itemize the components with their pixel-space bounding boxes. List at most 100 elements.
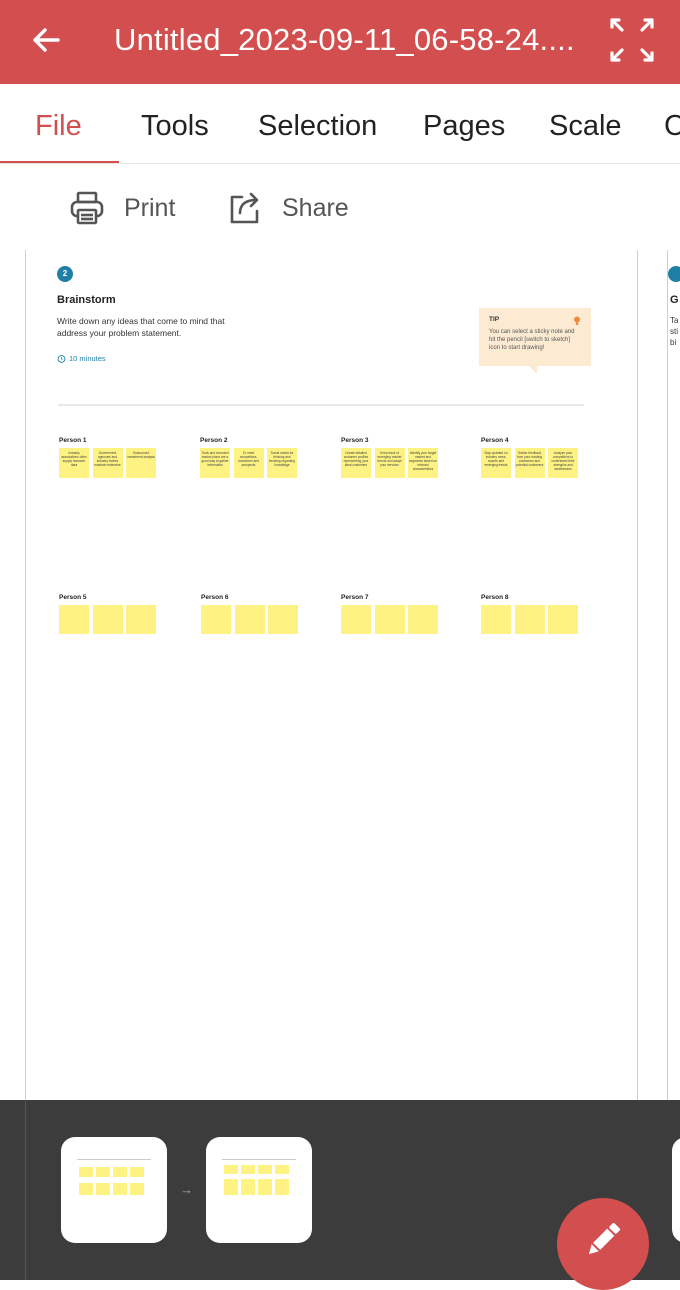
timer: 10 minutes	[57, 354, 106, 363]
sticky-note[interactable]: Keep track of emerging market trends and…	[374, 448, 405, 478]
thumbnail-note	[130, 1167, 144, 1177]
print-button[interactable]: Print	[68, 188, 175, 228]
thumbnail-note	[258, 1165, 272, 1174]
person-name: Person 8	[481, 594, 509, 601]
tab-overflow[interactable]: C	[664, 110, 680, 143]
person-name: Person 7	[341, 594, 369, 601]
lightbulb-icon	[574, 316, 580, 325]
thumbnail-note	[224, 1179, 238, 1195]
tab-bar: File Tools Selection Pages Scale C	[0, 84, 680, 164]
thumbnail-note	[79, 1167, 93, 1177]
sticky-note[interactable]	[408, 605, 438, 634]
sticky-note[interactable]: To meet competitors, customers and prosp…	[233, 448, 264, 478]
page-border-right	[637, 250, 638, 1100]
timer-label: 10 minutes	[69, 354, 106, 363]
sticky-note[interactable]: Analyze your competitors to understand t…	[548, 448, 578, 478]
thumbnail-preview	[222, 1159, 296, 1199]
sticky-note[interactable]	[268, 605, 298, 634]
next-page-step-badge	[668, 266, 680, 282]
sticky-note[interactable]	[514, 605, 545, 634]
thumbnail-note	[224, 1165, 238, 1174]
fullscreen-button[interactable]	[606, 14, 658, 66]
sticky-note[interactable]	[59, 605, 89, 634]
person-group: Person 5	[59, 594, 160, 634]
sticky-note[interactable]: Industry associations often supply resea…	[59, 448, 89, 478]
section-description: Write down any ideas that come to mind t…	[57, 316, 225, 338]
file-toolbar: Print Share	[0, 164, 680, 250]
back-arrow-icon	[33, 28, 60, 52]
tip-text: You can select a sticky note and hit the…	[489, 329, 575, 351]
document-canvas[interactable]: 2 Brainstorm Write down any ideas that c…	[0, 250, 680, 1100]
person-name: Person 4	[481, 437, 509, 444]
next-page-title: G	[670, 294, 679, 306]
section-divider	[58, 404, 584, 406]
tip-label: TIP	[489, 316, 500, 323]
thumbnail-note	[241, 1179, 255, 1195]
sticky-note[interactable]	[374, 605, 405, 634]
thumbnail-preview	[77, 1159, 151, 1199]
tab-file[interactable]: File	[35, 110, 82, 143]
timer-icon	[57, 355, 66, 363]
share-icon	[230, 192, 259, 224]
thumbnail-arrow: →	[180, 1182, 193, 1197]
thumbnail-note	[241, 1165, 255, 1174]
sticky-note[interactable]: Create detailed customer profiles repres…	[341, 448, 371, 478]
sticky-note[interactable]	[481, 605, 511, 634]
person-group: Person 4 Stay updated on industry news, …	[481, 437, 582, 478]
tray-page-edge	[25, 1100, 26, 1280]
sticky-note[interactable]	[201, 605, 231, 634]
step-badge: 2	[57, 266, 73, 282]
page-border-left	[25, 250, 26, 1100]
person-name: Person 6	[201, 594, 229, 601]
app-bar: Untitled_2023-09-11_06-58-24....	[0, 0, 680, 84]
next-page-border	[667, 250, 668, 1100]
share-button[interactable]: Share	[226, 188, 349, 228]
tab-tools[interactable]: Tools	[141, 110, 209, 143]
printer-icon	[70, 191, 104, 225]
person-group: Person 8	[481, 594, 582, 634]
thumbnail-note	[96, 1167, 110, 1177]
thumbnail-note	[79, 1183, 93, 1195]
document-title: Untitled_2023-09-11_06-58-24....	[114, 22, 575, 57]
next-page-description: Ta sti bi	[670, 316, 679, 347]
sticky-note[interactable]: Tools and recorded market plans are a go…	[200, 448, 230, 478]
sticky-note[interactable]: Government agencies and industry bodies …	[92, 448, 123, 478]
person-group: Person 3 Create detailed customer profil…	[341, 437, 442, 478]
tab-selection[interactable]: Selection	[258, 110, 377, 143]
sticky-note[interactable]: Stay updated on industry news, reports a…	[481, 448, 511, 478]
person-name: Person 1	[59, 437, 87, 444]
fullscreen-icon	[610, 18, 654, 62]
thumbnail-rule	[77, 1159, 151, 1160]
pencil-icon	[588, 1222, 621, 1255]
tab-pages[interactable]: Pages	[423, 110, 505, 143]
tab-scale[interactable]: Scale	[549, 110, 622, 143]
thumbnail-note	[275, 1165, 289, 1174]
person-group: Person 6	[201, 594, 302, 634]
thumbnail-note	[96, 1183, 110, 1195]
person-name: Person 5	[59, 594, 87, 601]
edit-pencil-button[interactable]	[557, 1198, 649, 1290]
page-thumbnail-partial[interactable]	[672, 1137, 680, 1243]
back-button[interactable]	[26, 20, 66, 60]
person-group: Person 7	[341, 594, 442, 634]
sticky-note[interactable]	[126, 605, 156, 634]
sticky-note[interactable]	[92, 605, 123, 634]
share-label: Share	[282, 193, 349, 222]
sticky-note[interactable]	[548, 605, 578, 634]
sticky-note[interactable]: Social media for thinking and trending r…	[267, 448, 297, 478]
sticky-note[interactable]: Gather feedback from your existing custo…	[514, 448, 545, 478]
thumbnail-note	[113, 1167, 127, 1177]
page-thumbnail[interactable]	[61, 1137, 167, 1243]
sticky-note[interactable]	[234, 605, 265, 634]
person-name: Person 2	[200, 437, 228, 444]
sticky-note[interactable]: Identify your target market and segments…	[408, 448, 438, 478]
thumbnail-note	[275, 1179, 289, 1195]
person-name: Person 3	[341, 437, 369, 444]
tip-callout: TIP You can select a sticky note and hit…	[479, 308, 591, 374]
sticky-note[interactable]	[341, 605, 371, 634]
thumbnail-note	[130, 1183, 144, 1195]
thumbnail-rule	[222, 1159, 296, 1160]
sticky-note[interactable]: Outsourced investment analysis	[126, 448, 156, 478]
page-thumbnail[interactable]	[206, 1137, 312, 1243]
thumbnail-note	[113, 1183, 127, 1195]
